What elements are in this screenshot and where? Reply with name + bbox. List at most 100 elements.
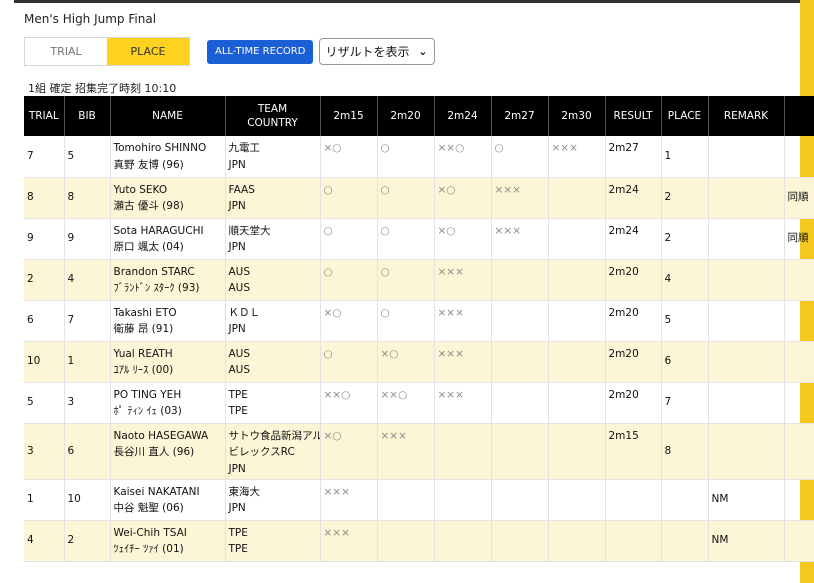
col-place: PLACE	[661, 96, 709, 136]
remark-cell	[708, 259, 785, 301]
attempt-cell: ○	[377, 218, 435, 260]
attempt-cell: ×××	[434, 300, 492, 342]
bib-cell: 5	[64, 136, 111, 178]
name-cell: Takashi ETO 衛藤 昂 (91)	[110, 300, 226, 342]
table-row: 6 7 Takashi ETO 衛藤 昂 (91) ＫＤＬ JPN ×○ ○ ××× 2m20 5	[24, 300, 814, 342]
attempt-cell: ○	[320, 177, 378, 219]
result-cell: 2m20	[605, 341, 662, 383]
extra-cell	[784, 479, 814, 521]
trial-cell: 5	[24, 382, 65, 424]
attempt-cell: ○	[320, 259, 378, 301]
result-cell: 2m24	[605, 218, 662, 260]
attempt-cell	[548, 300, 606, 342]
attempt-cell: ××○	[320, 382, 378, 424]
table-row: 5 3 PO TING YEH ﾎﾟ ﾃｨﾝ ｲｪ (03) TPE TPE ××○ ××○ ×…	[24, 382, 814, 424]
attempt-cell: ×○	[320, 300, 378, 342]
attempt-cell	[548, 423, 606, 480]
team-cell: AUS AUS	[225, 341, 321, 383]
attempt-cell: ○	[320, 218, 378, 260]
col-remark: REMARK	[708, 96, 785, 136]
attempt-cell	[548, 341, 606, 383]
result-cell	[605, 520, 662, 562]
attempt-cell: ×××	[491, 177, 549, 219]
attempt-cell	[548, 259, 606, 301]
team-cell: サトウ食品新潟アル ビレックスRC JPN	[225, 423, 321, 480]
extra-cell	[784, 136, 814, 178]
attempt-cell: ×××	[434, 259, 492, 301]
bib-cell: 9	[64, 218, 111, 260]
all-time-record-button[interactable]: ALL-TIME RECORD	[207, 39, 314, 64]
team-cell: 順天堂大 JPN	[225, 218, 321, 260]
controls-bar: TRIAL PLACE ALL-TIME RECORD リザルトを表示 ⌄	[24, 37, 436, 66]
col-height: 2m30	[548, 96, 606, 136]
result-cell: 2m15	[605, 423, 662, 480]
attempt-cell: ○	[377, 300, 435, 342]
extra-cell	[784, 423, 814, 480]
extra-cell: 同順	[784, 177, 814, 219]
table-row: 10 1 Yual REATH ﾕｱﾙ ﾘｰｽ (00) AUS AUS ○ ×○ ××× 2m2…	[24, 341, 814, 383]
status-line: 1組 確定 招集完了時刻 10:10	[28, 82, 177, 95]
trial-cell: 9	[24, 218, 65, 260]
result-cell	[605, 479, 662, 521]
place-cell: 8	[661, 423, 709, 480]
col-height: 2m20	[377, 96, 435, 136]
trial-cell: 8	[24, 177, 65, 219]
place-cell: 6	[661, 341, 709, 383]
page-title: Men's High Jump Final	[24, 12, 157, 26]
table-row: 8 8 Yuto SEKO 瀬古 優斗 (98) FAAS JPN ○ ○ ×○ ××× 2m24 2…	[24, 177, 814, 219]
team-cell: AUS AUS	[225, 259, 321, 301]
attempt-cell: ×○	[434, 177, 492, 219]
attempt-cell	[434, 479, 492, 521]
trial-cell: 4	[24, 520, 65, 562]
team-cell: 九電工 JPN	[225, 136, 321, 178]
place-cell	[661, 479, 709, 521]
attempt-cell: ×××	[434, 382, 492, 424]
attempt-cell	[491, 423, 549, 480]
attempt-cell	[491, 259, 549, 301]
remark-cell: NM	[708, 520, 785, 562]
team-cell: TPE TPE	[225, 382, 321, 424]
trial-cell: 1	[24, 479, 65, 521]
attempt-cell: ○	[491, 136, 549, 178]
extra-cell	[784, 300, 814, 342]
attempt-cell: ×××	[548, 136, 606, 178]
attempt-cell: ×××	[491, 218, 549, 260]
name-cell: PO TING YEH ﾎﾟ ﾃｨﾝ ｲｪ (03)	[110, 382, 226, 424]
result-cell: 2m20	[605, 300, 662, 342]
attempt-cell	[491, 300, 549, 342]
col-name: NAME	[110, 96, 226, 136]
table-row: 2 4 Brandon STARC ﾌﾞﾗﾝﾄﾞﾝ ｽﾀｰｸ (93) AUS AUS ○ ○…	[24, 259, 814, 301]
attempt-cell	[434, 520, 492, 562]
tab-place[interactable]: PLACE	[107, 38, 189, 65]
extra-cell	[784, 341, 814, 383]
name-cell: Naoto HASEGAWA 長谷川 直人 (96)	[110, 423, 226, 480]
place-cell: 2	[661, 177, 709, 219]
team-cell: FAAS JPN	[225, 177, 321, 219]
sort-toggle: TRIAL PLACE	[24, 37, 190, 66]
attempt-cell	[491, 382, 549, 424]
attempt-cell	[491, 341, 549, 383]
trial-cell: 10	[24, 341, 65, 383]
place-cell: 1	[661, 136, 709, 178]
col-height: 2m24	[434, 96, 492, 136]
remark-cell	[708, 218, 785, 260]
result-select-value: リザルトを表示	[325, 45, 410, 59]
place-cell: 7	[661, 382, 709, 424]
name-cell: Yual REATH ﾕｱﾙ ﾘｰｽ (00)	[110, 341, 226, 383]
attempt-cell	[548, 218, 606, 260]
attempt-cell: ×○	[434, 218, 492, 260]
result-cell: 2m27	[605, 136, 662, 178]
attempt-cell	[491, 520, 549, 562]
col-height: 2m27	[491, 96, 549, 136]
name-cell: Sota HARAGUCHI 原口 颯太 (04)	[110, 218, 226, 260]
tab-trial[interactable]: TRIAL	[25, 38, 107, 65]
extra-cell: 同順	[784, 218, 814, 260]
result-select[interactable]: リザルトを表示 ⌄	[319, 38, 436, 65]
header-row: TRIAL BIB NAME TEAM COUNTRY 2m15 2m20 2m2…	[24, 96, 814, 136]
remark-cell	[708, 300, 785, 342]
attempt-cell	[377, 520, 435, 562]
bib-cell: 4	[64, 259, 111, 301]
team-cell: 東海大 JPN	[225, 479, 321, 521]
remark-cell	[708, 177, 785, 219]
place-cell: 4	[661, 259, 709, 301]
